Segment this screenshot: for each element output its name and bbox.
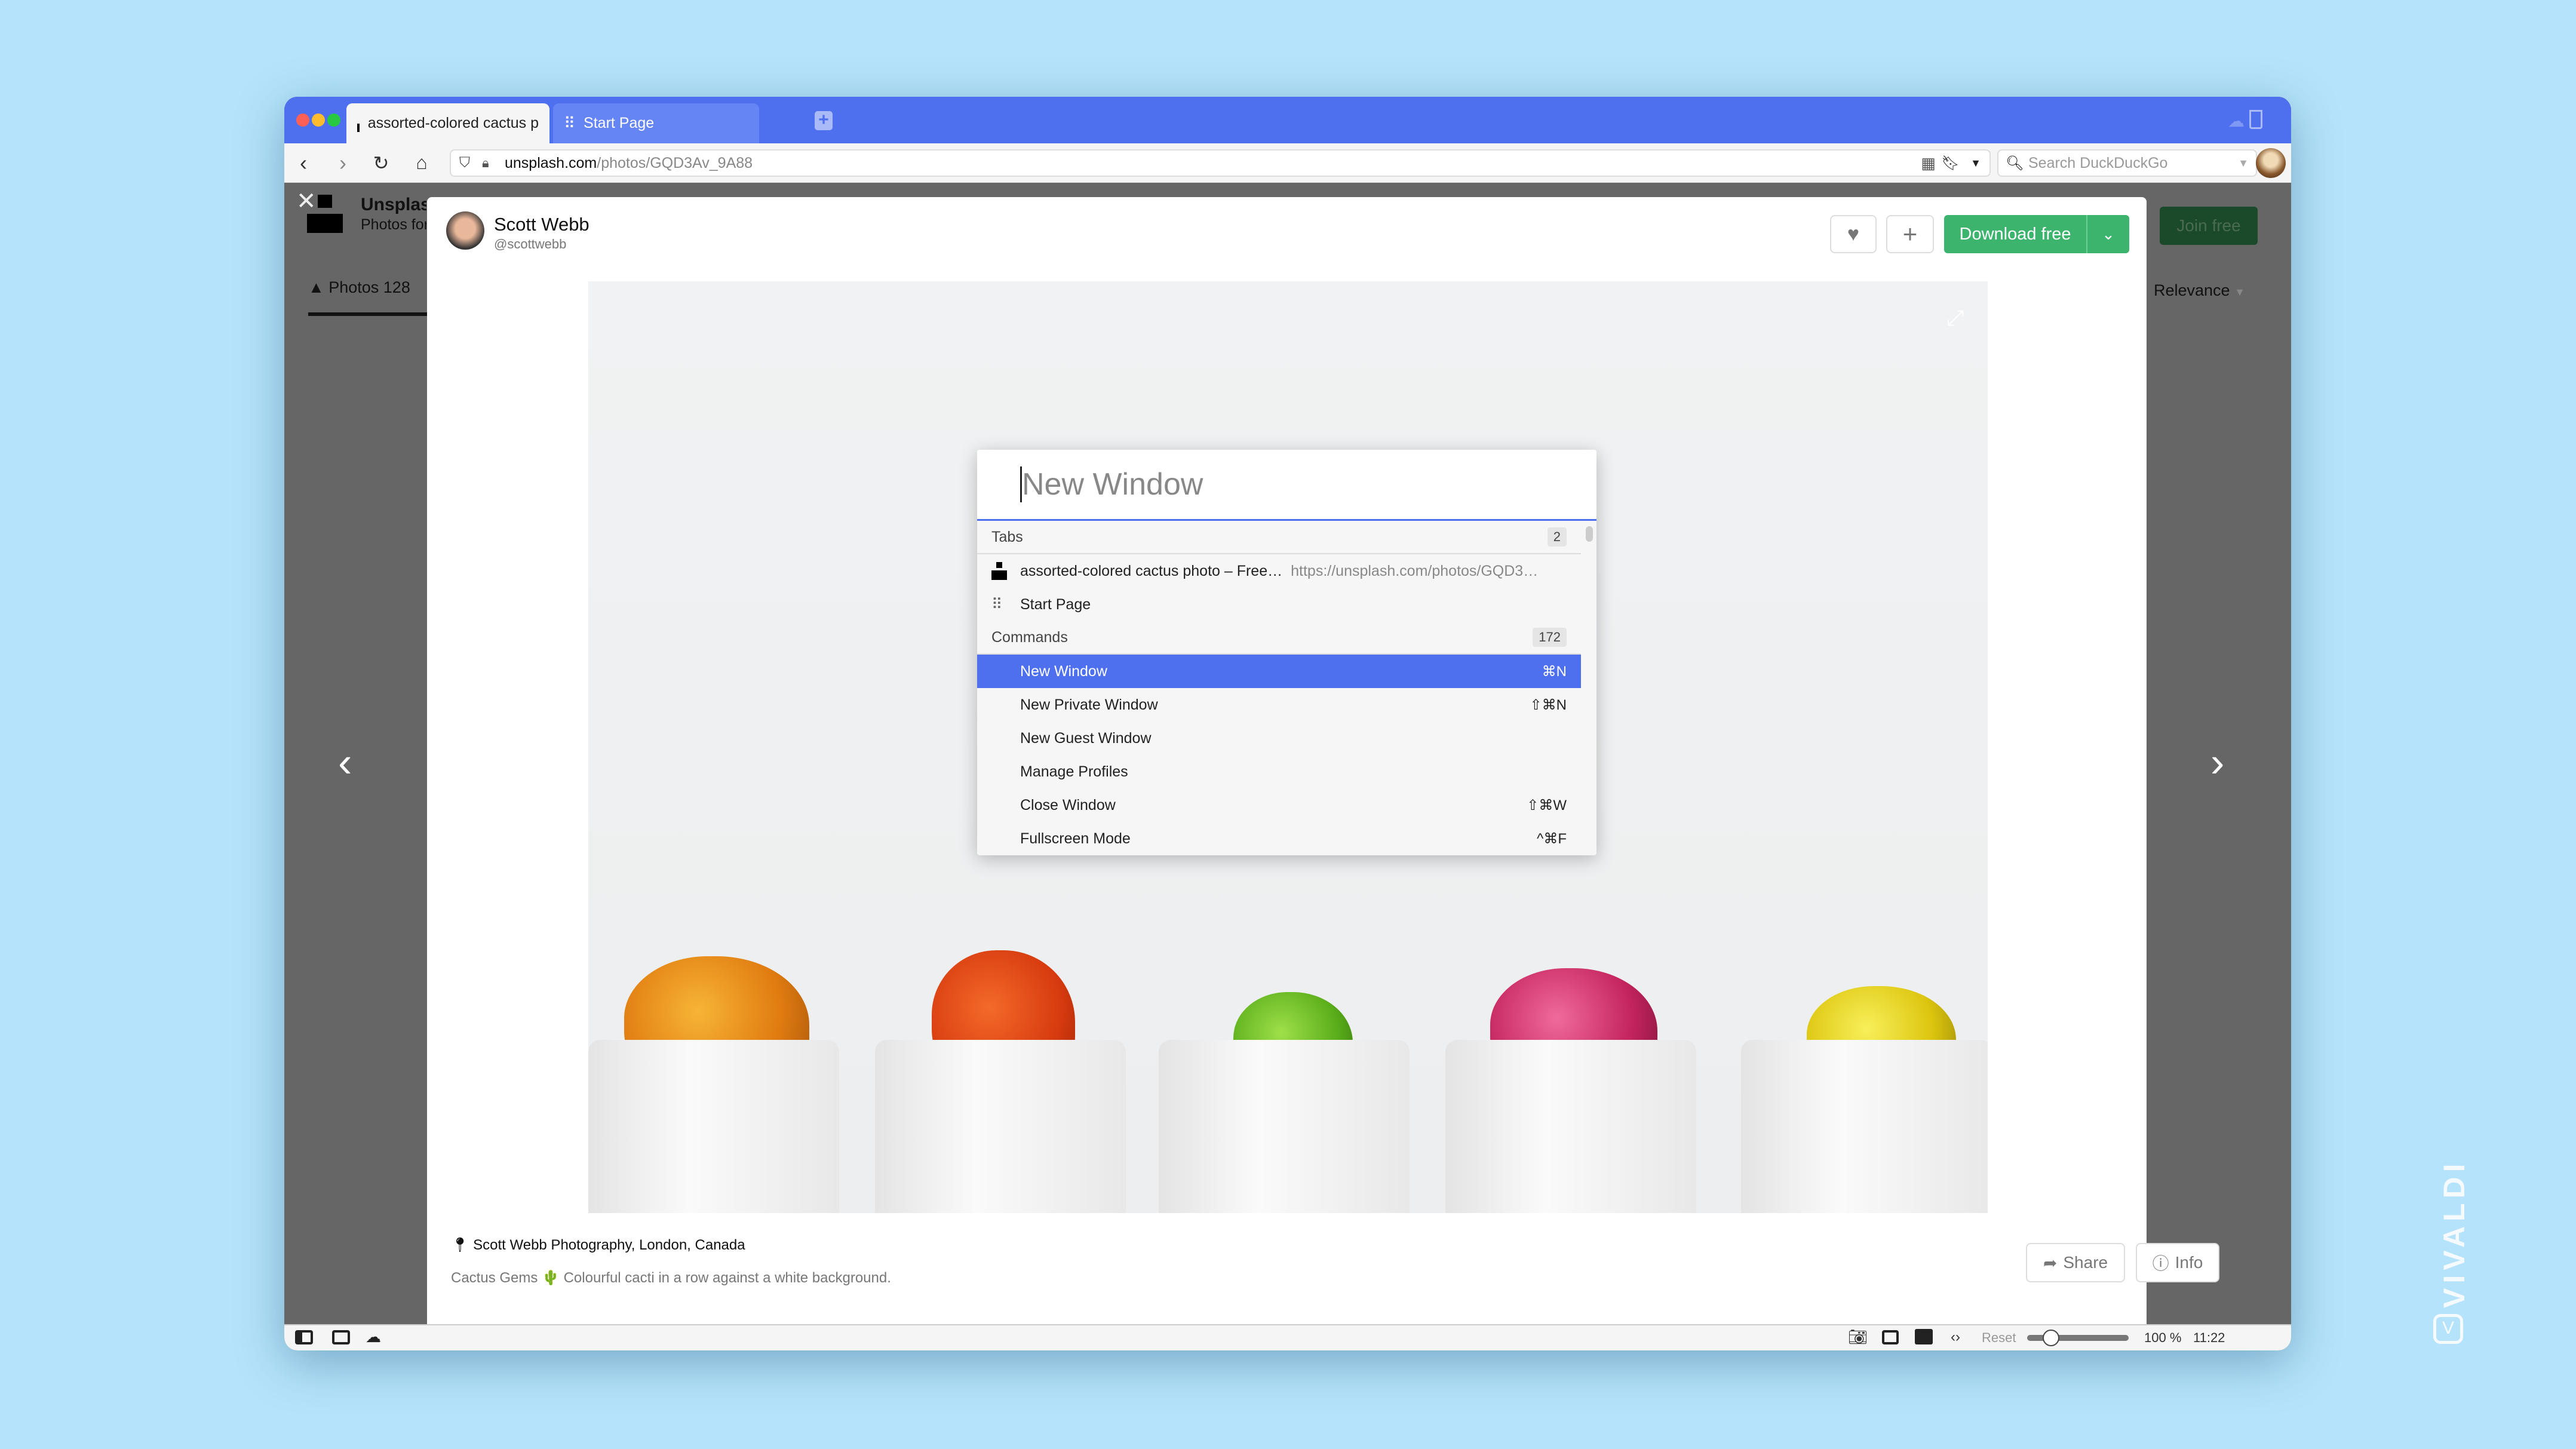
close-window-button[interactable] [296,113,309,127]
info-icon: ⓘ [2152,1254,2169,1273]
brand-name: Unsplash [361,195,426,214]
lock-icon: 🔒︎ [482,155,489,170]
join-free-button[interactable]: Join free [2160,207,2258,245]
download-free-button[interactable]: Download free [1944,215,2087,253]
status-bar: ☁ 📷︎ ‹› Reset 100 % 11:22 [284,1324,2291,1350]
pot [1159,1040,1410,1213]
tab-unsplash[interactable]: assorted-colored cactus p [346,103,549,143]
zoom-level: 100 % [2144,1330,2182,1345]
pot [1741,1040,1988,1213]
location[interactable]: 📍︎ Scott Webb Photography, London, Canad… [451,1236,745,1254]
tab-photos[interactable]: ▲ Photos 128 [308,278,428,316]
quick-commands-panel: New Window Tabs 2 assorted-colored cactus… [977,450,1596,855]
dropdown-icon[interactable]: ▼ [1970,157,1981,170]
grid-icon: ⠿ [564,114,576,132]
url-host: unsplash.com [505,154,597,171]
zoom-reset-button[interactable]: Reset [1982,1330,2016,1346]
vivaldi-wordmark: VIVALDI [2437,1159,2471,1308]
tab-result[interactable]: ⠿ Start Page [977,588,1581,621]
vivaldi-watermark: VIVALDI V [2425,1135,2473,1350]
quick-commands-input[interactable]: New Window [977,450,1596,521]
info-button[interactable]: ⓘ Info [2136,1243,2219,1282]
heart-icon: ♥ [1847,222,1860,245]
download-group: Download free ⌄ [1944,215,2129,253]
clock: 11:22 [2193,1330,2225,1345]
sync-cloud-icon[interactable]: ☁ [366,1328,381,1346]
unsplash-favicon-icon [357,115,360,132]
profile-avatar[interactable] [2256,148,2286,178]
command-close-window[interactable]: Close Window ⇧⌘W [977,788,1581,822]
command-manage-profiles[interactable]: Manage Profiles [977,755,1581,788]
url-path: /photos/GQD3Av_9A88 [597,154,753,171]
tabs-section-header: Tabs 2 [977,521,1581,554]
search-field[interactable]: 🔍︎ Search DuckDuckGo ▼ [1997,149,2257,177]
tab-label: Start Page [584,115,655,131]
author-avatar[interactable] [446,211,484,250]
next-photo-arrow[interactable]: › [2210,738,2224,786]
search-icon: 🔍︎ [2006,155,2024,171]
back-button[interactable]: ‹ [291,151,315,176]
capture-camera-icon[interactable]: 📷︎ [1848,1328,1868,1346]
command-new-window[interactable]: New Window ⌘N [977,655,1581,688]
tab-bar: assorted-colored cactus p ⠿ Start Page +… [284,97,2291,143]
grid-icon: ⠿ [991,596,1003,613]
url-field[interactable]: ⛉ 🔒︎ unsplash.com/photos/GQD3Av_9A88 ▦ 🔖… [450,149,1991,177]
search-placeholder: Search DuckDuckGo [2028,154,2168,171]
images-toggle-icon[interactable] [1915,1329,1933,1344]
expand-icon[interactable]: ⤢ [1946,305,1964,331]
pot [875,1040,1126,1213]
tab-start-page[interactable]: ⠿ Start Page [553,103,759,143]
page-content: ✕ Unsplash Photos for everyone ▲ Photos … [284,183,2291,1324]
tile-tabs-icon[interactable] [332,1330,350,1344]
tab-label: assorted-colored cactus p [367,115,539,131]
bookmark-icon[interactable]: 🔖︎ [1942,155,1960,172]
commands-section-header: Commands 172 [977,621,1581,655]
map-pin-icon: 📍︎ [451,1237,469,1253]
like-button[interactable]: ♥ [1830,215,1877,253]
zoom-slider[interactable] [2027,1330,2129,1346]
dropdown-icon[interactable]: ▼ [2238,157,2249,170]
sort-dropdown[interactable]: Relevance ▼ [2154,281,2245,300]
zoom-window-button[interactable] [327,113,340,127]
pot [588,1040,839,1213]
photo-description: Cactus Gems 🌵 Colourful cacti in a row a… [451,1270,891,1286]
minimize-window-button[interactable] [312,113,325,127]
zoom-slider-thumb[interactable] [2043,1330,2059,1346]
vivaldi-logo-icon: V [2433,1314,2463,1344]
browser-window: assorted-colored cactus p ⠿ Start Page +… [284,97,2291,1350]
tab-tiling-icon[interactable] [1882,1330,1899,1344]
unsplash-favicon-icon [991,562,1007,580]
sync-cloud-icon[interactable]: ☁ [2228,111,2245,131]
scrollbar[interactable] [1586,526,1593,542]
author-name[interactable]: Scott Webb [494,214,589,235]
command-fullscreen-mode[interactable]: Fullscreen Mode ^⌘F [977,822,1581,855]
command-new-guest-window[interactable]: New Guest Window [977,722,1581,755]
pot [1445,1040,1696,1213]
download-options-chevron-icon[interactable]: ⌄ [2087,215,2129,253]
add-to-collection-button[interactable]: + [1886,215,1934,253]
reload-button[interactable]: ↻ [369,152,393,174]
page-actions-icon[interactable]: ‹› [1951,1329,1960,1346]
panel-toggle-icon[interactable] [295,1330,313,1344]
close-icon[interactable]: ✕ [296,188,317,215]
share-icon: ➦ [2043,1253,2058,1272]
trash-icon[interactable] [2249,110,2262,129]
shield-icon[interactable]: ⛉ [459,155,470,171]
previous-photo-arrow[interactable]: ‹ [338,738,352,786]
forward-button[interactable]: › [331,151,355,176]
home-button[interactable]: ⌂ [410,152,434,174]
tab-result[interactable]: assorted-colored cactus photo – Free… htt… [977,554,1581,588]
share-button[interactable]: ➦ Share [2026,1243,2125,1282]
command-new-private-window[interactable]: New Private Window ⇧⌘N [977,688,1581,722]
address-bar: ‹ › ↻ ⌂ ⛉ 🔒︎ unsplash.com/photos/GQD3Av_… [284,143,2291,183]
qr-code-icon[interactable]: ▦ [1921,154,1936,173]
author-handle[interactable]: @scottwebb [494,237,566,252]
new-tab-button[interactable]: + [815,111,833,130]
plus-icon: + [1902,220,1918,248]
brand-tagline: Photos for everyone [361,216,426,233]
